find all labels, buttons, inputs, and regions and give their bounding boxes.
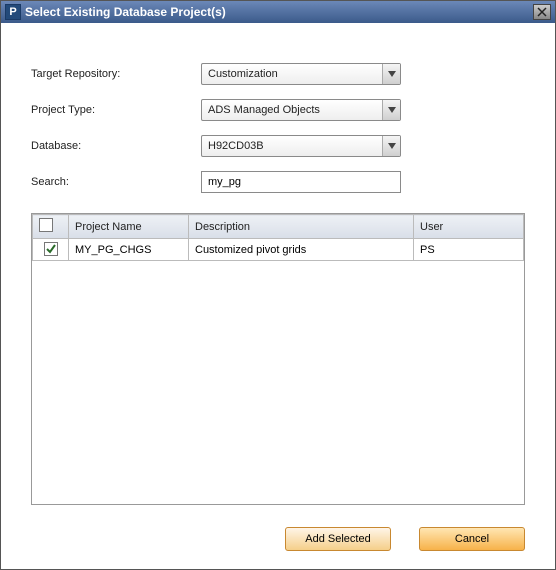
chevron-down-icon	[388, 71, 396, 77]
select-all-checkbox[interactable]	[39, 218, 53, 232]
chevron-down-icon	[388, 143, 396, 149]
row-target-repository: Target Repository: Customization	[31, 63, 525, 85]
select-value: Customization	[208, 68, 278, 80]
check-icon	[46, 244, 56, 254]
titlebar: P Select Existing Database Project(s)	[1, 1, 555, 23]
row-database: Database: H92CD03B	[31, 135, 525, 157]
header-checkbox[interactable]	[33, 215, 69, 239]
dialog-select-existing-db-project: P Select Existing Database Project(s) Ta…	[0, 0, 556, 570]
close-button[interactable]	[533, 4, 551, 20]
label-target-repository: Target Repository:	[31, 68, 201, 80]
row-checkbox[interactable]	[44, 242, 58, 256]
table-row[interactable]: MY_PG_CHGS Customized pivot grids PS	[33, 239, 524, 261]
header-description[interactable]: Description	[189, 215, 414, 239]
label-search: Search:	[31, 176, 201, 188]
select-project-type[interactable]: ADS Managed Objects	[201, 99, 401, 121]
add-selected-button[interactable]: Add Selected	[285, 527, 391, 551]
button-bar: Add Selected Cancel	[31, 527, 525, 551]
dropdown-button[interactable]	[382, 100, 400, 120]
label-project-type: Project Type:	[31, 104, 201, 116]
select-value: H92CD03B	[208, 140, 264, 152]
cell-user: PS	[414, 239, 524, 261]
cell-project-name: MY_PG_CHGS	[69, 239, 189, 261]
close-icon	[537, 7, 547, 17]
search-input[interactable]	[201, 171, 401, 193]
select-database[interactable]: H92CD03B	[201, 135, 401, 157]
app-icon: P	[5, 4, 21, 20]
results-table: Project Name Description User MY_PG_CHGS	[32, 214, 524, 261]
dialog-content: Target Repository: Customization Project…	[1, 23, 555, 569]
select-value: ADS Managed Objects	[208, 104, 320, 116]
dropdown-button[interactable]	[382, 64, 400, 84]
table-header-row: Project Name Description User	[33, 215, 524, 239]
select-target-repository[interactable]: Customization	[201, 63, 401, 85]
row-search: Search:	[31, 171, 525, 193]
dropdown-button[interactable]	[382, 136, 400, 156]
chevron-down-icon	[388, 107, 396, 113]
cell-checkbox[interactable]	[33, 239, 69, 261]
window-title: Select Existing Database Project(s)	[25, 5, 529, 19]
header-project-name[interactable]: Project Name	[69, 215, 189, 239]
header-user[interactable]: User	[414, 215, 524, 239]
cell-description: Customized pivot grids	[189, 239, 414, 261]
cancel-button[interactable]: Cancel	[419, 527, 525, 551]
row-project-type: Project Type: ADS Managed Objects	[31, 99, 525, 121]
label-database: Database:	[31, 140, 201, 152]
results-table-container: Project Name Description User MY_PG_CHGS	[31, 213, 525, 505]
